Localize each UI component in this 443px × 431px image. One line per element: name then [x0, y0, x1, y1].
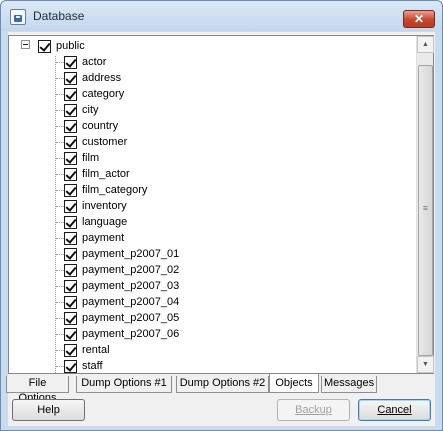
checkbox-checked-icon[interactable]: [64, 216, 77, 229]
backup-button[interactable]: Backup: [277, 399, 350, 421]
tree-connector: [56, 190, 64, 191]
tab-messages[interactable]: Messages: [321, 376, 377, 393]
cancel-button-label: Cancel: [377, 404, 412, 416]
cancel-button[interactable]: Cancel: [358, 399, 431, 421]
checkbox-checked-icon[interactable]: [64, 136, 77, 149]
tree-connector: [56, 126, 64, 127]
tree-node-label: film_actor: [82, 168, 130, 180]
tree-connector: [56, 94, 64, 95]
tree-connector: [56, 62, 64, 63]
tree-connector: [56, 78, 64, 79]
tree-connector: [56, 286, 64, 287]
checkbox-checked-icon[interactable]: [64, 296, 77, 309]
tree-connector: [56, 334, 64, 335]
scroll-up-icon[interactable]: ▲: [417, 36, 434, 53]
tree-node-label: city: [82, 104, 99, 116]
title-bar[interactable]: Database ✕: [1, 1, 442, 31]
objects-tree: public actor address category city country cu…: [9, 36, 416, 373]
checkbox-checked-icon[interactable]: [64, 72, 77, 85]
tree-node-label: country: [82, 120, 119, 132]
checkbox-checked-icon[interactable]: [64, 248, 77, 261]
database-dialog: Database ✕ public actor address category ci…: [0, 0, 443, 431]
tree-node-label: staff: [82, 360, 103, 372]
checkbox-checked-icon[interactable]: [64, 312, 77, 325]
checkbox-checked-icon[interactable]: [64, 120, 77, 133]
checkbox-checked-icon[interactable]: [64, 232, 77, 245]
tab-objects[interactable]: Objects: [269, 374, 319, 393]
scrollbar-thumb[interactable]: ≡: [418, 65, 433, 356]
tree-node-label: inventory: [82, 200, 127, 212]
tree-connector: [56, 270, 64, 271]
vertical-scrollbar[interactable]: ▲ ≡ ▼: [416, 36, 434, 373]
tab-strip: File Options Dump Options #1 Dump Option…: [1, 374, 442, 404]
tab-dump-options-2[interactable]: Dump Options #2: [176, 376, 269, 393]
tree-node-label: payment_p2007_05: [82, 312, 180, 324]
checkbox-checked-icon[interactable]: [64, 184, 77, 197]
tree-node-label: payment_p2007_03: [82, 280, 180, 292]
checkbox-checked-icon[interactable]: [64, 344, 77, 357]
tree-node-label: category: [82, 88, 125, 100]
tab-dump-options-1[interactable]: Dump Options #1: [76, 376, 172, 393]
checkbox-checked-icon[interactable]: [64, 328, 77, 341]
checkbox-checked-icon[interactable]: [64, 152, 77, 165]
tab-file-options[interactable]: File Options: [6, 376, 69, 404]
tree-node-label: payment_p2007_02: [82, 264, 180, 276]
checkbox-checked-icon[interactable]: [64, 168, 77, 181]
checkbox-checked-icon[interactable]: [64, 264, 77, 277]
backup-button-label: Backup: [295, 404, 332, 416]
checkbox-checked-icon[interactable]: [64, 280, 77, 293]
checkbox-checked-icon[interactable]: [64, 200, 77, 213]
tree-connector: [56, 158, 64, 159]
tree-node-label: film: [82, 152, 100, 164]
window-title: Database: [33, 9, 85, 23]
tree-connector: [56, 206, 64, 207]
database-icon: [10, 9, 26, 25]
tree-connector: [56, 142, 64, 143]
tree-node-label: rental: [82, 344, 110, 356]
checkbox-checked-icon[interactable]: [64, 88, 77, 101]
help-button-label: Help: [37, 404, 60, 416]
tree-node-label: payment_p2007_06: [82, 328, 180, 340]
checkbox-checked-icon[interactable]: [64, 104, 77, 117]
tree-connector: [56, 366, 64, 367]
tree-connector: [55, 56, 56, 373]
checkbox-checked-icon[interactable]: [64, 56, 77, 69]
tree-connector: [56, 302, 64, 303]
checkbox-checked-icon[interactable]: [38, 40, 51, 53]
objects-tree-panel: public actor address category city country cu…: [8, 35, 434, 374]
tree-node-label: payment: [82, 232, 125, 244]
tree-node-label: film_category: [82, 184, 148, 196]
tree-node-label: payment_p2007_01: [82, 248, 180, 260]
tree-node-label: actor: [82, 56, 107, 68]
close-button[interactable]: ✕: [403, 10, 435, 28]
tree-connector: [56, 222, 64, 223]
scroll-down-icon[interactable]: ▼: [417, 356, 434, 373]
tree-node-label: public: [56, 40, 85, 52]
tree-node-label: payment_p2007_04: [82, 296, 180, 308]
tree-connector: [56, 110, 64, 111]
tree-node-label: address: [82, 72, 122, 84]
tree-connector: [56, 318, 64, 319]
tree-connector: [56, 238, 64, 239]
help-button[interactable]: Help: [12, 399, 85, 421]
tree-connector: [56, 174, 64, 175]
checkbox-checked-icon[interactable]: [64, 360, 77, 373]
tree-node-label: customer: [82, 136, 128, 148]
tree-connector: [56, 350, 64, 351]
collapse-icon[interactable]: [21, 40, 30, 49]
tree-connector: [56, 254, 64, 255]
tree-node-label: language: [82, 216, 128, 228]
